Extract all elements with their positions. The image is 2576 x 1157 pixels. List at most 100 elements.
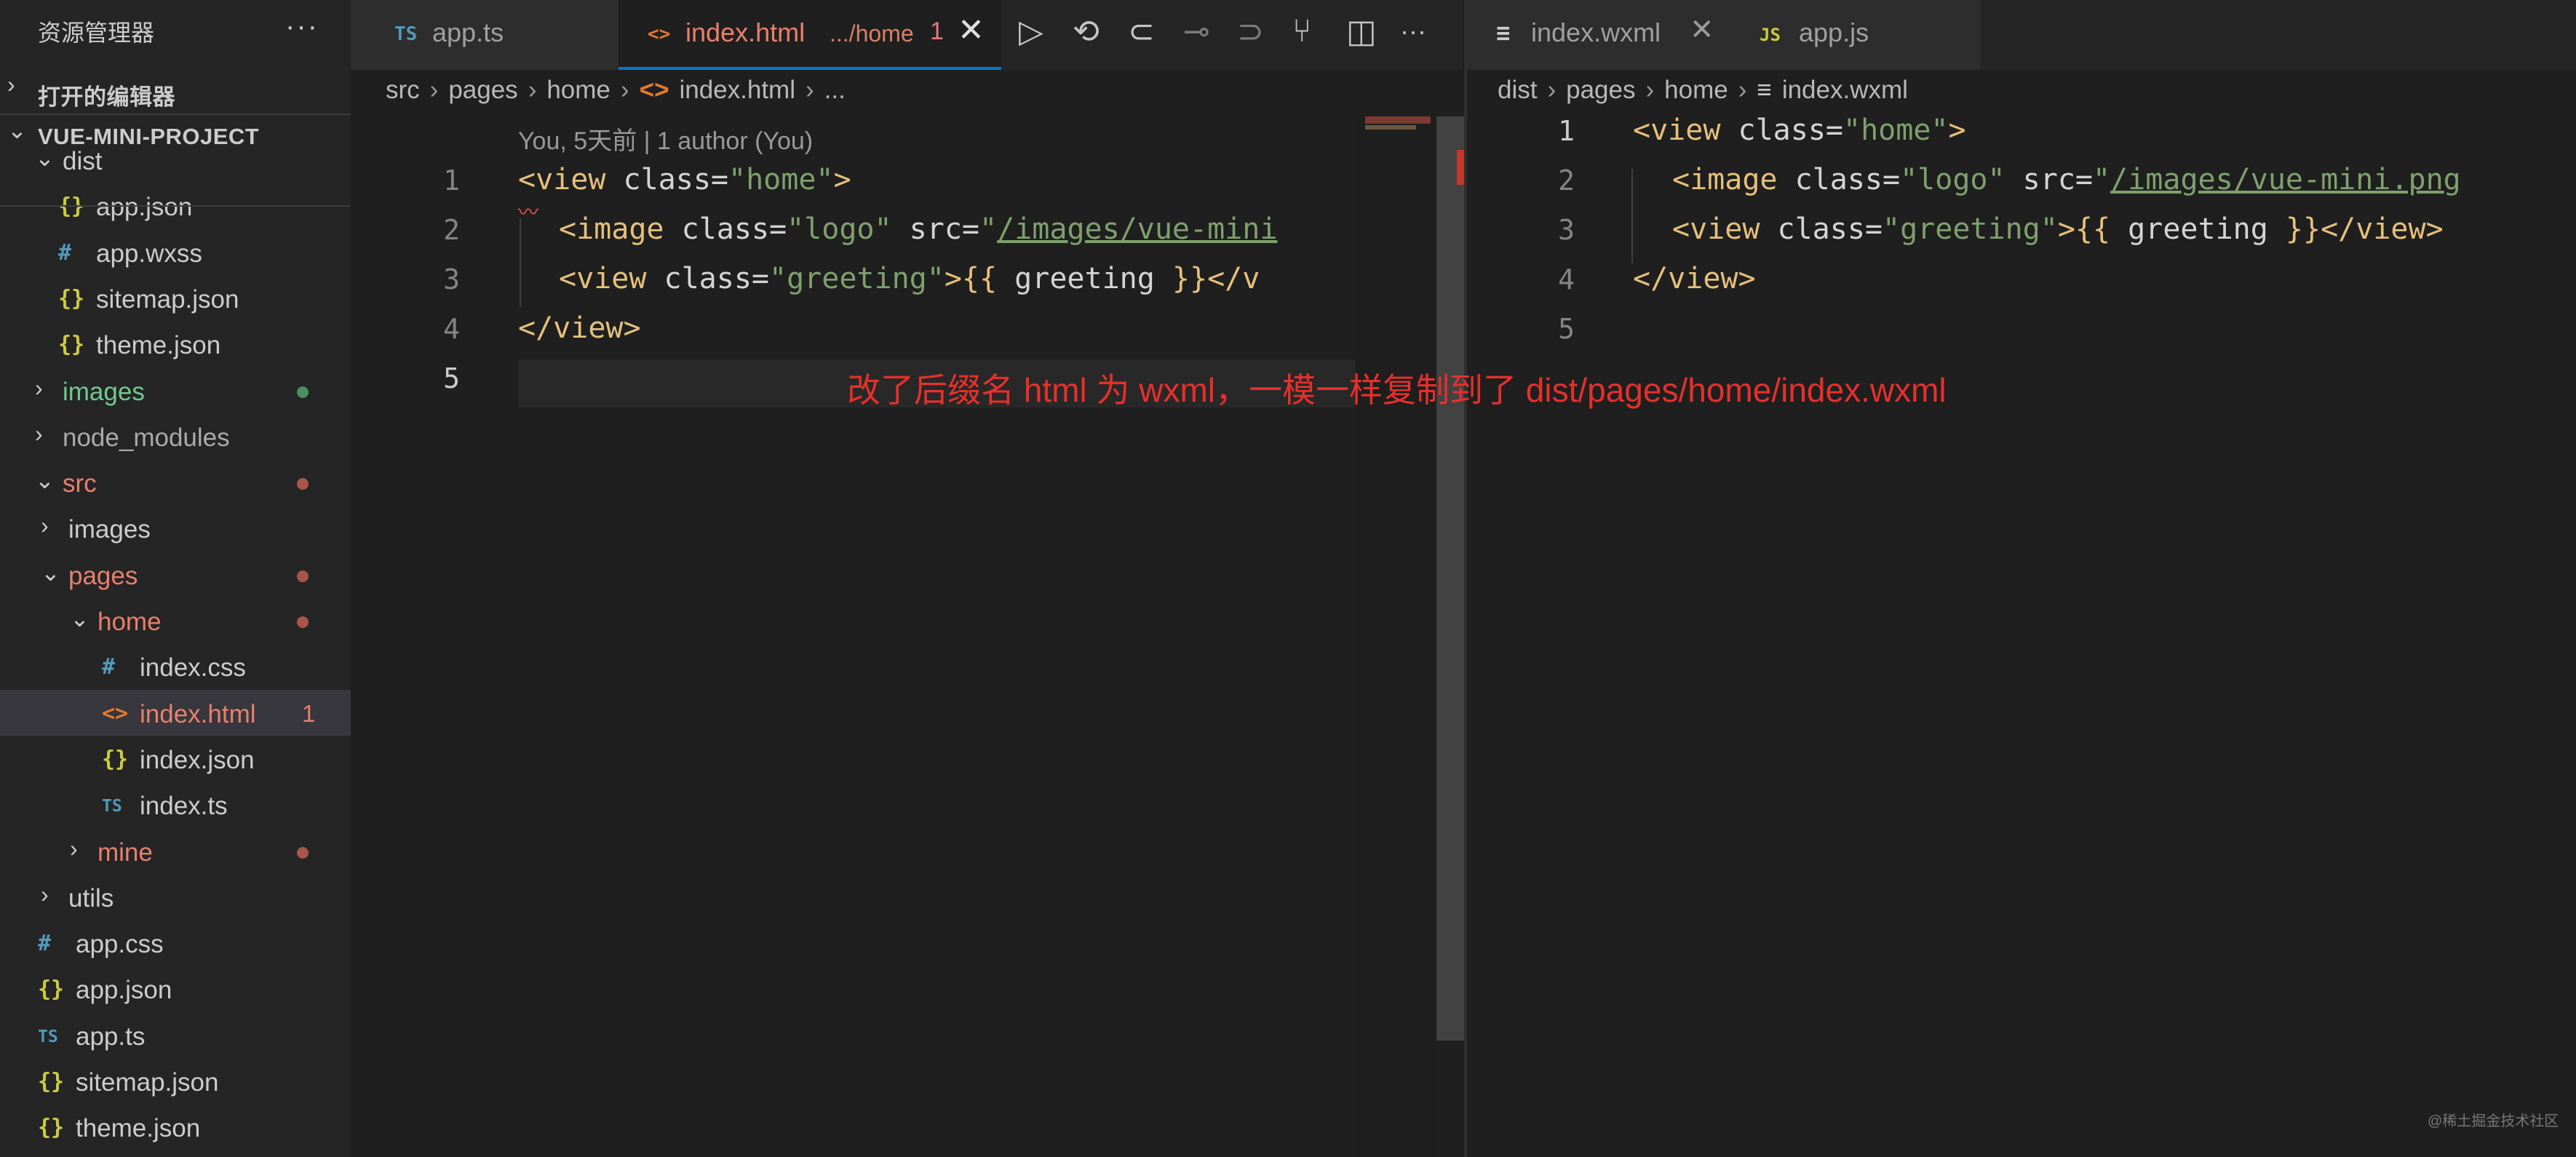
tab-index-html[interactable]: <> index.html .../home 1 ✕ — [619, 0, 1001, 70]
breadcrumb-item[interactable]: home — [1664, 76, 1728, 104]
git-status-dot — [297, 846, 309, 859]
breadcrumb-item[interactable]: pages — [448, 76, 517, 104]
tree-folder-images[interactable]: › images — [0, 505, 351, 551]
tree-file-index-css[interactable]: # index.css — [0, 643, 351, 689]
chevron-down-icon: ⌄ — [70, 605, 90, 632]
json-file-icon: {} — [38, 977, 65, 1003]
go-back-icon[interactable]: ⊂ — [1128, 13, 1155, 50]
chevron-right-icon: › — [7, 71, 15, 98]
breadcrumb-item[interactable]: index.html — [679, 76, 795, 104]
tree-file-sitemap-json[interactable]: {} sitemap.json — [0, 1058, 351, 1104]
tree-item-label: mine — [98, 838, 153, 867]
code-line: <view class="home"> — [1633, 114, 1966, 147]
go-forward-icon[interactable]: ⊃ — [1237, 13, 1264, 50]
line-number: 1 — [1558, 115, 1575, 147]
tree-item-label: index.ts — [140, 792, 228, 821]
annotation-text: 改了后缀名 html 为 wxml，一模一样复制到了 dist/pages/ho… — [847, 371, 1947, 409]
close-icon[interactable]: ✕ — [1690, 13, 1714, 47]
line-number: 4 — [1558, 263, 1575, 295]
typescript-file-icon: TS — [394, 23, 418, 45]
code-editor-left[interactable]: <view class="home"> <image class="logo" … — [351, 160, 1355, 1157]
tree-folder-home[interactable]: ⌄ home — [0, 597, 351, 643]
git-blame-codelens[interactable]: You, 5天前 | 1 author (You) — [518, 121, 813, 156]
css-file-icon: # — [38, 931, 52, 957]
tree-file-index-ts[interactable]: TS index.ts — [0, 782, 351, 827]
code-line: </view> — [518, 311, 641, 345]
tree-folder-utils[interactable]: › utils — [0, 874, 351, 920]
code-line: <image class="logo" src="/images/vue-min… — [1672, 163, 2461, 196]
tree-item-label: src — [63, 469, 97, 498]
tree-item-label: sitemap.json — [76, 1068, 219, 1097]
javascript-file-icon: JS — [1760, 25, 1781, 45]
chevron-down-icon: ⌄ — [35, 145, 55, 171]
chevron-right-icon: › — [805, 76, 814, 104]
tree-item-label: pages — [68, 561, 138, 590]
problem-count-badge: 1 — [930, 17, 944, 45]
close-icon[interactable]: ✕ — [958, 12, 985, 49]
tree-file-index-html[interactable]: <> index.html 1 — [0, 689, 351, 736]
split-editor-icon[interactable]: ◫ — [1346, 13, 1377, 50]
git-commit-icon[interactable]: ⊸ — [1183, 13, 1210, 50]
tree-folder-node-modules[interactable]: › node_modules — [0, 413, 351, 459]
code-line: </view> — [1633, 262, 1756, 295]
tree-item-label: utils — [68, 883, 114, 913]
chevron-right-icon: › — [1645, 76, 1655, 104]
tree-item-label: app.wxss — [96, 239, 202, 268]
tree-file-app-json[interactable]: {} app.json — [0, 966, 351, 1011]
json-file-icon: {} — [58, 285, 85, 311]
json-file-icon: {} — [38, 1115, 65, 1141]
tree-item-label: theme.json — [96, 331, 221, 360]
css-file-icon: # — [58, 239, 72, 266]
breadcrumb-item[interactable]: home — [546, 76, 611, 104]
tree-folder-mine[interactable]: › mine — [0, 828, 351, 874]
sidebar-title: 资源管理器 — [38, 20, 155, 46]
more-icon[interactable]: ··· — [1400, 16, 1426, 47]
chevron-right-icon: › — [35, 374, 43, 401]
tree-file-index-json[interactable]: {} index.json — [0, 736, 351, 782]
html-file-icon: <> — [639, 76, 669, 104]
tab-app-ts[interactable]: TS app.ts — [351, 0, 619, 70]
git-status-dot — [297, 386, 309, 398]
run-icon[interactable]: ▷ — [1019, 13, 1043, 50]
tree-file-app-css[interactable]: # app.css — [0, 920, 351, 966]
vertical-scrollbar[interactable] — [1436, 116, 1464, 1041]
code-editor-right[interactable]: <view class="home"> <image class="logo" … — [1631, 109, 2576, 1157]
minimap[interactable] — [1356, 116, 1436, 1157]
minimap-content — [1365, 116, 1431, 124]
tab-index-wxml[interactable]: ≡ index.wxml ✕ — [1467, 0, 1730, 70]
history-icon[interactable]: ⟲ — [1073, 13, 1100, 50]
git-compare-icon[interactable]: ⑂ — [1292, 13, 1311, 49]
error-squiggle: 〰 — [518, 201, 539, 223]
tab-app-js[interactable]: JS app.js — [1730, 0, 1981, 70]
code-line: <image class="logo" src="/images/vue-min… — [559, 212, 1278, 246]
breadcrumb-item[interactable]: dist — [1498, 76, 1537, 104]
breadcrumb-item[interactable]: ... — [824, 76, 846, 104]
tree-item-label: index.json — [140, 745, 255, 774]
tab-label: index.html — [685, 17, 806, 47]
chevron-right-icon: › — [70, 835, 78, 862]
chevron-down-icon: ⌄ — [41, 559, 60, 586]
tree-folder-dist[interactable]: ⌄ dist — [0, 137, 351, 183]
tree-folder-images[interactable]: › images — [0, 367, 351, 413]
section-open-editors[interactable]: › 打开的编辑器 — [0, 70, 351, 112]
tree-folder-pages[interactable]: ⌄ pages — [0, 552, 351, 597]
breadcrumb-item[interactable]: index.wxml — [1782, 76, 1908, 104]
tree-item-label: app.css — [76, 930, 164, 959]
breadcrumb-item[interactable]: pages — [1566, 76, 1635, 104]
more-actions-icon[interactable]: ··· — [285, 10, 319, 43]
json-file-icon: {} — [102, 746, 129, 772]
line-number: 5 — [1558, 313, 1575, 345]
section-label: 打开的编辑器 — [38, 84, 175, 110]
css-file-icon: # — [102, 654, 116, 680]
tree-item-label: index.css — [140, 653, 246, 683]
tree-folder-src[interactable]: ⌄ src — [0, 459, 351, 505]
tree-item-label: index.html — [140, 699, 256, 728]
tree-file-app-ts[interactable]: TS app.ts — [0, 1012, 351, 1058]
tree-file-sitemap-json[interactable]: {} sitemap.json — [0, 275, 351, 321]
git-status-dot — [297, 570, 309, 582]
tree-item-label: sitemap.json — [96, 285, 239, 314]
tree-file-theme-json[interactable]: {} theme.json — [0, 321, 351, 367]
breadcrumb-item[interactable]: src — [386, 76, 420, 104]
tree-file-app-wxss[interactable]: # app.wxss — [0, 229, 351, 275]
tree-file-theme-json[interactable]: {} theme.json — [0, 1104, 351, 1150]
